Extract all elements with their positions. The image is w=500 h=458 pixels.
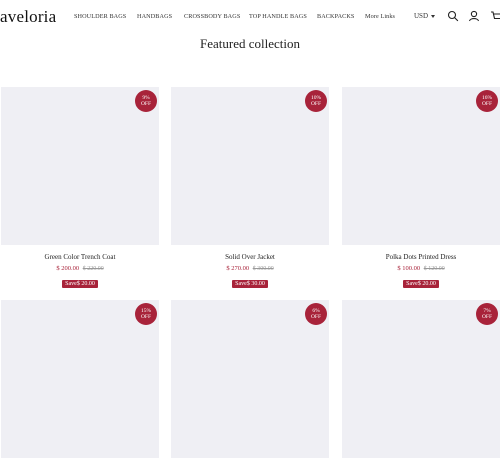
product-card: 16% OFF Polka Dots Printed Dress $ 100.0… <box>342 87 500 290</box>
product-title[interactable]: Green Color Trench Coat <box>1 253 159 261</box>
discount-badge: 6% OFF <box>305 303 327 325</box>
discount-badge: 7% OFF <box>476 303 498 325</box>
product-title[interactable]: Polka Dots Printed Dress <box>342 253 500 261</box>
sale-price: $ 100.00 <box>397 265 421 272</box>
product-image[interactable]: 6% OFF <box>171 300 329 458</box>
price-line: $ 270.00 $ 300.00 <box>171 265 329 272</box>
cart-button[interactable] <box>490 10 500 22</box>
save-badge: Save$ 20.00 <box>403 280 439 288</box>
nav-item-more-links[interactable]: More Links <box>365 13 395 20</box>
cart-icon <box>491 11 500 20</box>
save-badge: Save$ 20.00 <box>62 280 98 288</box>
product-image[interactable]: 15% OFF <box>1 300 159 458</box>
currency-label: USD <box>414 12 429 20</box>
nav-item-shoulder-bags[interactable]: SHOULDER BAGS <box>74 13 126 20</box>
discount-off-label: OFF <box>481 101 493 107</box>
compare-price: $ 120.00 <box>423 266 445 272</box>
account-icon <box>468 10 480 22</box>
discount-off-label: OFF <box>140 101 152 107</box>
nav-item-top-handle-bags[interactable]: TOP HANDLE BAGS <box>249 13 307 20</box>
save-badge: Save$ 30.00 <box>232 280 268 288</box>
currency-selector[interactable]: USD <box>414 12 436 20</box>
product-title[interactable]: Solid Over Jacket <box>171 253 329 261</box>
product-image[interactable]: 16% OFF <box>342 87 500 245</box>
discount-badge: 10% OFF <box>305 90 327 112</box>
price-line: $ 100.00 $ 120.00 <box>342 265 500 272</box>
price-line: $ 200.00 $ 220.00 <box>1 265 159 272</box>
product-card: 6% OFF <box>171 300 329 458</box>
product-image[interactable]: 7% OFF <box>342 300 500 458</box>
search-button[interactable] <box>447 10 459 22</box>
chevron-down-icon <box>431 14 436 18</box>
discount-badge: 15% OFF <box>135 303 157 325</box>
discount-badge: 9% OFF <box>135 90 157 112</box>
nav-item-handbags[interactable]: HANDBAGS <box>137 13 172 20</box>
search-icon <box>447 10 459 22</box>
section-title: Featured collection <box>200 36 300 51</box>
discount-off-label: OFF <box>140 314 152 320</box>
product-card: 10% OFF Solid Over Jacket $ 270.00 $ 300… <box>171 87 329 290</box>
discount-badge: 16% OFF <box>476 90 498 112</box>
product-card: 15% OFF <box>1 300 159 458</box>
product-card: 7% OFF <box>342 300 500 458</box>
nav-item-crossbody-bags[interactable]: CROSSBODY BAGS <box>184 13 240 20</box>
product-card: 9% OFF Green Color Trench Coat $ 200.00 … <box>1 87 159 290</box>
discount-off-label: OFF <box>481 314 493 320</box>
discount-off-label: OFF <box>310 314 322 320</box>
product-info: Polka Dots Printed Dress $ 100.00 $ 120.… <box>342 245 500 290</box>
product-image[interactable]: 9% OFF <box>1 87 159 245</box>
compare-price: $ 300.00 <box>252 266 274 272</box>
nav-item-backpacks[interactable]: BACKPACKS <box>317 13 354 20</box>
product-image[interactable]: 10% OFF <box>171 87 329 245</box>
sale-price: $ 200.00 <box>56 265 80 272</box>
compare-price: $ 220.00 <box>82 266 104 272</box>
discount-off-label: OFF <box>310 101 322 107</box>
account-button[interactable] <box>468 10 480 22</box>
site-header: aveloria SHOULDER BAGS HANDBAGS CROSSBOD… <box>0 0 500 34</box>
product-info: Green Color Trench Coat $ 200.00 $ 220.0… <box>1 245 159 290</box>
product-info: Solid Over Jacket $ 270.00 $ 300.00 Save… <box>171 245 329 290</box>
sale-price: $ 270.00 <box>226 265 250 272</box>
